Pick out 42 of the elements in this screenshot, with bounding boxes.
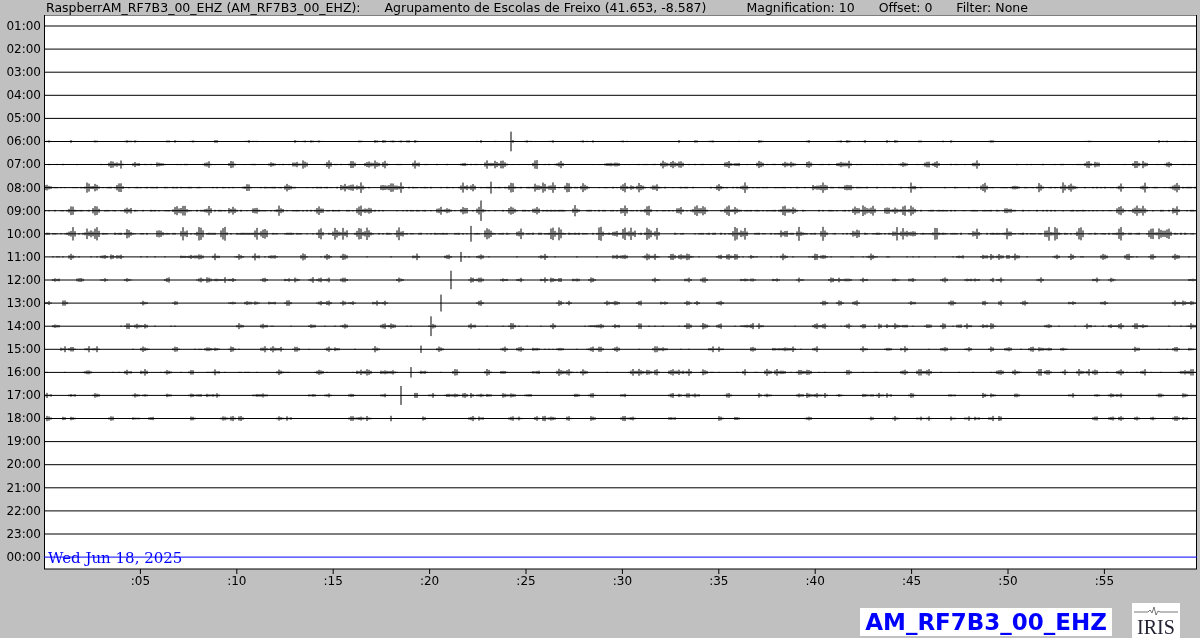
- hour-label: 11:00: [5, 248, 42, 266]
- hour-label: 05:00: [5, 110, 42, 128]
- time-tick-label: :50: [998, 574, 1018, 588]
- time-tick-label: :20: [419, 574, 440, 588]
- channel-label: AM_RF7B3_00_EHZ: [860, 608, 1112, 636]
- logo: IRIS: [1132, 603, 1180, 638]
- time-tick-label: :55: [1094, 574, 1115, 588]
- hour-label: 14:00: [5, 318, 42, 335]
- hour-label: 10:00: [5, 225, 42, 243]
- station-location: Agrupamento de Escolas de Freixo (41.653, -8.587): [384, 0, 707, 15]
- time-tick-label: :30: [612, 574, 633, 588]
- time-tick-label: :45: [901, 574, 922, 588]
- hour-label: 13:00: [5, 294, 42, 312]
- time-tick-label: :15: [323, 574, 343, 588]
- hour-label: 18:00: [5, 410, 42, 428]
- offset-label: Offset: 0: [878, 0, 933, 15]
- hour-label: 00:00: [5, 548, 42, 566]
- magnification-label: Magnification: 10: [746, 0, 855, 15]
- filter-label: Filter: None: [956, 0, 1028, 15]
- hour-label: 01:00: [5, 18, 42, 35]
- time-tick-label: :10: [227, 574, 247, 588]
- hour-label: 06:00: [5, 133, 42, 151]
- time-tick-label: :05: [130, 574, 151, 588]
- hour-label: 19:00: [5, 433, 42, 451]
- hour-label: 15:00: [5, 341, 42, 359]
- hour-label: 09:00: [5, 202, 42, 220]
- station-name: RaspberrAM_RF7B3_00_EHZ (AM_RF7B3_00_EHZ):: [46, 0, 361, 15]
- hour-label: 17:00: [5, 387, 42, 405]
- hour-label: 16:00: [5, 364, 42, 382]
- time-tick-label: :35: [709, 574, 729, 588]
- hour-label: 07:00: [5, 156, 42, 174]
- hour-label: 12:00: [5, 271, 42, 289]
- hour-label: 23:00: [5, 525, 42, 543]
- hour-label: 22:00: [5, 502, 42, 520]
- hour-label: 02:00: [5, 41, 42, 59]
- hour-label: 03:00: [5, 64, 42, 82]
- time-tick-label: :40: [805, 574, 825, 588]
- hour-label: 20:00: [5, 456, 42, 474]
- hour-label: 08:00: [5, 179, 42, 197]
- time-tick-label: :25: [516, 574, 536, 588]
- hour-label: 04:00: [5, 87, 42, 105]
- hour-label: 21:00: [5, 479, 42, 497]
